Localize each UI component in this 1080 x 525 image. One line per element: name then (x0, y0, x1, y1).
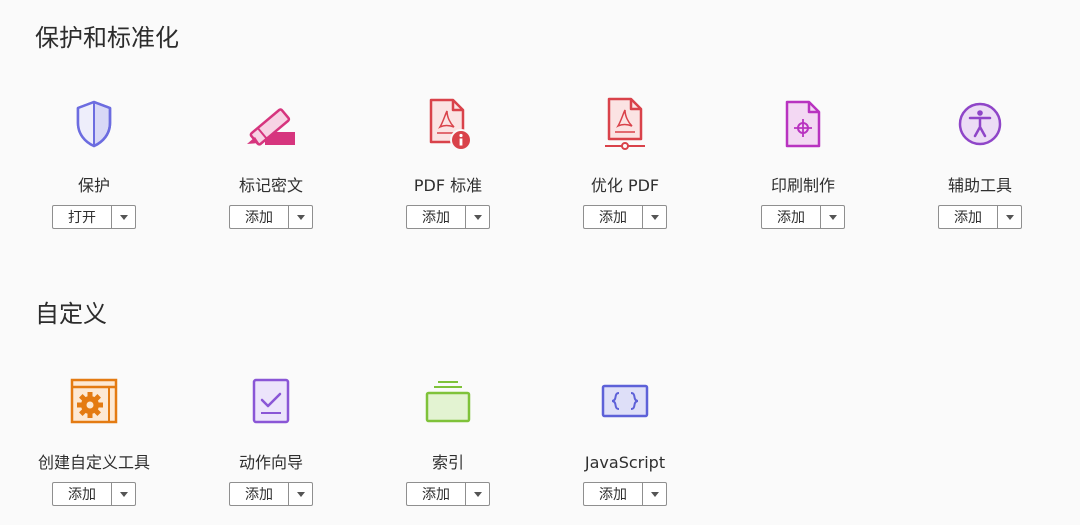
chevron-down-icon (473, 491, 482, 497)
tool-button-group: 打开 (52, 205, 136, 229)
tool-button-group: 添加 (52, 482, 136, 506)
tool-redact[interactable]: 标记密文 添加 (201, 96, 341, 229)
section-title-custom: 自定义 (35, 300, 107, 328)
chevron-down-icon (296, 491, 305, 497)
add-button[interactable]: 添加 (584, 206, 643, 228)
tool-label: JavaScript (584, 453, 666, 472)
chevron-down-icon (828, 214, 837, 220)
tool-label: 索引 (431, 453, 464, 472)
tool-button-group: 添加 (761, 205, 845, 229)
print-production-icon (775, 96, 831, 152)
dropdown-button[interactable] (466, 483, 489, 505)
dropdown-button[interactable] (821, 206, 844, 228)
optimize-pdf-icon (597, 96, 653, 152)
chevron-down-icon (650, 214, 659, 220)
add-button[interactable]: 添加 (407, 206, 466, 228)
tool-label: 印刷制作 (770, 176, 835, 195)
javascript-icon (597, 373, 653, 429)
add-button[interactable]: 添加 (230, 206, 289, 228)
chevron-down-icon (650, 491, 659, 497)
add-button[interactable]: 添加 (407, 483, 466, 505)
tool-print-production[interactable]: 印刷制作 添加 (733, 96, 873, 229)
dropdown-button[interactable] (112, 206, 135, 228)
tool-label: 辅助工具 (947, 176, 1012, 195)
tool-button-group: 添加 (583, 482, 667, 506)
add-button[interactable]: 添加 (939, 206, 998, 228)
tool-label: PDF 标准 (413, 176, 483, 195)
tool-button-group: 添加 (406, 482, 490, 506)
tool-label: 标记密文 (238, 176, 303, 195)
dropdown-button[interactable] (643, 483, 666, 505)
tool-optimize-pdf[interactable]: 优化 PDF 添加 (555, 96, 695, 229)
tool-button-group: 添加 (938, 205, 1022, 229)
dropdown-button[interactable] (998, 206, 1021, 228)
pdf-standards-icon (420, 96, 476, 152)
tool-create-custom[interactable]: 创建自定义工具 添加 (24, 373, 164, 506)
tool-pdf-standards[interactable]: PDF 标准 添加 (378, 96, 518, 229)
custom-tool-gear-icon (66, 373, 122, 429)
section-title-protect: 保护和标准化 (35, 24, 179, 52)
tool-label: 保护 (77, 176, 110, 195)
chevron-down-icon (296, 214, 305, 220)
tool-button-group: 添加 (583, 205, 667, 229)
tool-button-group: 添加 (229, 482, 313, 506)
chevron-down-icon (119, 491, 128, 497)
redact-marker-icon (243, 96, 299, 152)
dropdown-button[interactable] (289, 483, 312, 505)
chevron-down-icon (119, 214, 128, 220)
dropdown-button[interactable] (289, 206, 312, 228)
tool-label: 创建自定义工具 (37, 453, 150, 472)
tool-accessibility[interactable]: 辅助工具 添加 (910, 96, 1050, 229)
dropdown-button[interactable] (466, 206, 489, 228)
add-button[interactable]: 添加 (584, 483, 643, 505)
dropdown-button[interactable] (643, 206, 666, 228)
add-button[interactable]: 添加 (53, 483, 112, 505)
add-button[interactable]: 添加 (762, 206, 821, 228)
tool-javascript[interactable]: JavaScript 添加 (555, 373, 695, 506)
index-icon (420, 373, 476, 429)
shield-icon (66, 96, 122, 152)
tool-button-group: 添加 (406, 205, 490, 229)
open-button[interactable]: 打开 (53, 206, 112, 228)
chevron-down-icon (473, 214, 482, 220)
tool-label: 优化 PDF (590, 176, 660, 195)
accessibility-icon (952, 96, 1008, 152)
add-button[interactable]: 添加 (230, 483, 289, 505)
action-wizard-icon (243, 373, 299, 429)
tool-button-group: 添加 (229, 205, 313, 229)
chevron-down-icon (1005, 214, 1014, 220)
dropdown-button[interactable] (112, 483, 135, 505)
tool-label: 动作向导 (238, 453, 303, 472)
tool-action-wizard[interactable]: 动作向导 添加 (201, 373, 341, 506)
tool-protect[interactable]: 保护 打开 (24, 96, 164, 229)
tool-index[interactable]: 索引 添加 (378, 373, 518, 506)
